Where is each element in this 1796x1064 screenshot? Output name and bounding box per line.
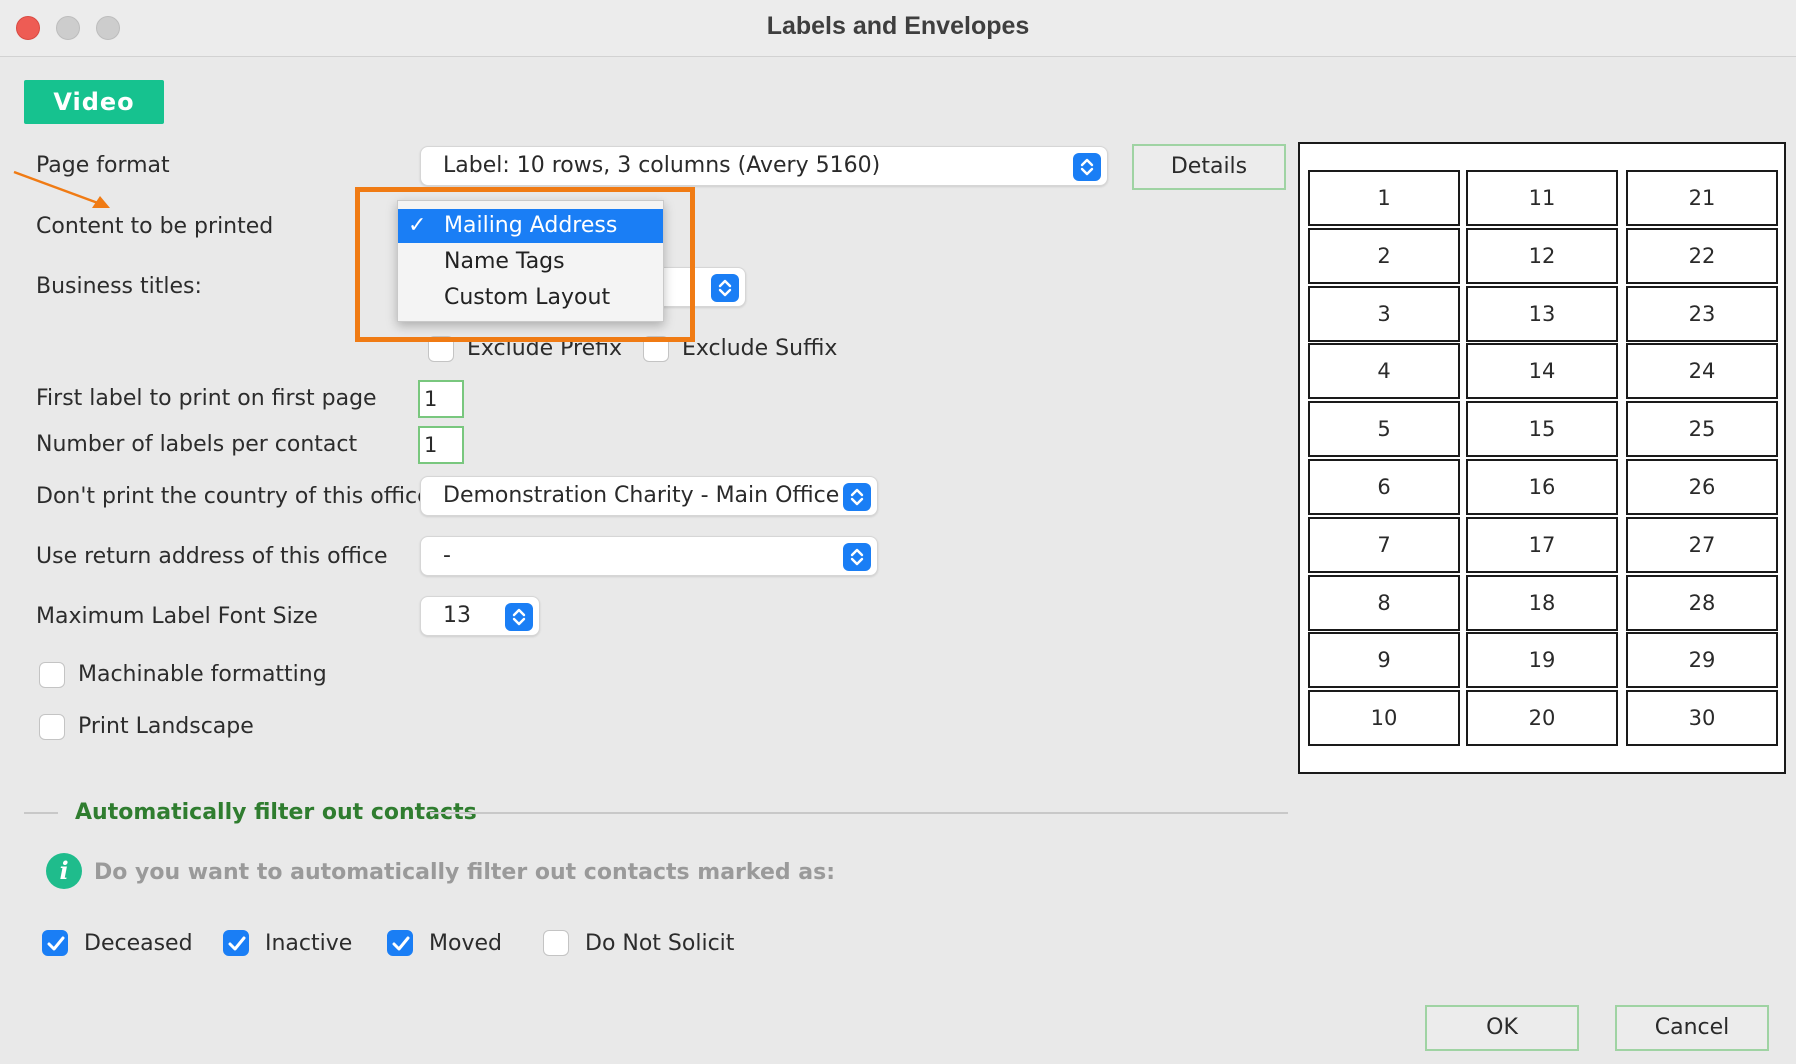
filter-section-title: Automatically filter out contacts (75, 800, 477, 825)
landscape-checkbox[interactable] (39, 714, 65, 740)
label-cell: 18 (1466, 574, 1618, 631)
label-cell: 13 (1466, 285, 1618, 342)
max-font-size-select[interactable]: 13 (420, 596, 540, 636)
max-font-size-value: 13 (443, 603, 471, 628)
cancel-button[interactable]: Cancel (1615, 1005, 1769, 1051)
annotation-highlight-box (355, 187, 695, 342)
return-address-label: Use return address of this office (36, 544, 388, 569)
machinable-checkbox[interactable] (39, 662, 65, 688)
label-cell: 10 (1308, 690, 1460, 747)
filter-checkbox-moved[interactable] (387, 930, 413, 956)
label-cell: 1 (1308, 170, 1460, 226)
filter-checkbox-inactive[interactable] (223, 930, 249, 956)
label-cell: 2 (1308, 227, 1460, 284)
dont-print-country-select[interactable]: Demonstration Charity - Main Office (420, 476, 878, 516)
select-stepper-icon (711, 274, 739, 302)
label-cell: 19 (1466, 632, 1618, 689)
business-titles-label: Business titles: (36, 274, 202, 299)
section-divider (430, 812, 1288, 814)
filter-option-label: Deceased (84, 931, 193, 956)
label-cell: 3 (1308, 285, 1460, 342)
label-cell: 6 (1308, 459, 1460, 515)
filter-option-label: Do Not Solicit (585, 931, 735, 956)
dont-print-country-value: Demonstration Charity - Main Office (443, 483, 840, 508)
select-stepper-icon (505, 603, 533, 631)
ok-button[interactable]: OK (1425, 1005, 1579, 1051)
label-cell: 16 (1466, 459, 1618, 515)
return-address-value: - (443, 543, 451, 568)
labels-per-contact-input[interactable]: 1 (418, 426, 464, 464)
return-address-select[interactable]: - (420, 536, 878, 576)
label-cell: 15 (1466, 401, 1618, 458)
label-cell: 27 (1626, 516, 1778, 573)
select-stepper-icon (1073, 153, 1101, 181)
video-button[interactable]: Video (24, 80, 164, 124)
label-cell: 20 (1466, 690, 1618, 747)
label-cell: 22 (1626, 227, 1778, 284)
info-icon: i (46, 853, 82, 889)
label-grid-preview: 1 2 3 4 5 6 7 8 9 10 11 12 13 14 15 16 17 18 19 20 21 22 23 24 2… (1298, 142, 1786, 774)
select-stepper-icon (843, 543, 871, 571)
label-cell: 30 (1626, 690, 1778, 747)
details-button[interactable]: Details (1132, 144, 1286, 190)
content-label: Content to be printed (36, 214, 274, 239)
label-cell: 24 (1626, 343, 1778, 400)
dont-print-country-label: Don't print the country of this office (36, 484, 431, 509)
filter-question-text: Do you want to automatically filter out … (94, 860, 836, 885)
label-cell: 29 (1626, 632, 1778, 689)
title-bar: Labels and Envelopes (0, 0, 1796, 57)
page-format-value: Label: 10 rows, 3 columns (Avery 5160) (443, 153, 881, 178)
machinable-label: Machinable formatting (78, 662, 327, 687)
landscape-label: Print Landscape (78, 714, 254, 739)
label-cell: 7 (1308, 516, 1460, 573)
labels-per-contact-label: Number of labels per contact (36, 432, 358, 457)
filter-option-label: Moved (429, 931, 502, 956)
page-format-select[interactable]: Label: 10 rows, 3 columns (Avery 5160) (420, 146, 1108, 186)
label-cell: 8 (1308, 574, 1460, 631)
label-cell: 9 (1308, 632, 1460, 689)
first-label-input[interactable]: 1 (418, 380, 464, 418)
label-cell: 28 (1626, 574, 1778, 631)
label-cell: 4 (1308, 343, 1460, 400)
label-cell: 23 (1626, 285, 1778, 342)
filter-option-label: Inactive (265, 931, 353, 956)
filter-checkbox-do-not-solicit[interactable] (543, 930, 569, 956)
label-cell: 12 (1466, 227, 1618, 284)
label-cell: 14 (1466, 343, 1618, 400)
filter-checkbox-deceased[interactable] (42, 930, 68, 956)
max-font-size-label: Maximum Label Font Size (36, 604, 318, 629)
label-cell: 5 (1308, 401, 1460, 458)
label-cell: 25 (1626, 401, 1778, 458)
first-label-label: First label to print on first page (36, 386, 377, 411)
window-title: Labels and Envelopes (766, 12, 1030, 40)
label-cell: 17 (1466, 516, 1618, 573)
section-divider (24, 812, 58, 814)
exclude-suffix-label: Exclude Suffix (682, 336, 838, 361)
label-cell: 11 (1466, 170, 1618, 226)
label-cell: 26 (1626, 459, 1778, 515)
annotation-arrow-icon (13, 170, 110, 208)
label-cell: 21 (1626, 170, 1778, 226)
select-stepper-icon (843, 483, 871, 511)
